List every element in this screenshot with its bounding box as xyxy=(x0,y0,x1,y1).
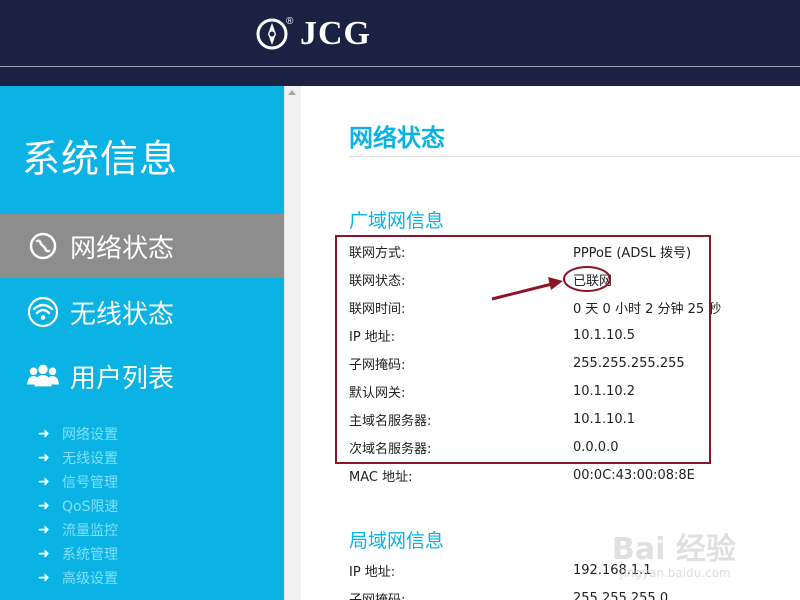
users-icon xyxy=(26,359,60,393)
lan-section-title: 局域网信息 xyxy=(349,530,445,552)
field-label: 子网掩码: xyxy=(349,592,406,600)
nav-label: 无线状态 xyxy=(70,299,175,330)
jcg-compass-icon: ® xyxy=(256,16,293,50)
wan-row-mac-address: MAC 地址: 00:0C:43:00:08:8E xyxy=(349,461,769,489)
network-status-icon xyxy=(26,229,60,263)
menu-label: 网络设置 xyxy=(62,427,118,443)
scroll-up-arrow-icon[interactable] xyxy=(288,90,296,95)
menu-label: QoS限速 xyxy=(62,499,119,515)
field-label: IP 地址: xyxy=(349,564,396,580)
arrow-right-icon: ➜ xyxy=(38,450,50,466)
logo-text: JCG xyxy=(300,15,371,52)
nav-item-wireless-status[interactable]: 无线状态 xyxy=(0,280,284,344)
field-label: MAC 地址: xyxy=(349,469,413,485)
settings-menu: ➜ 网络设置 ➜ 无线设置 ➜ 信号管理 ➜ QoS限速 ➜ 流量监控 ➜ 系统管理 ➜ 高级… xyxy=(38,422,118,590)
menu-label: 流量监控 xyxy=(62,523,118,539)
top-header: ® JCG xyxy=(0,0,800,86)
field-value: 255.255.255.0 xyxy=(573,590,669,600)
menu-label: 信号管理 xyxy=(62,475,118,491)
arrow-right-icon: ➜ xyxy=(38,570,50,586)
title-divider xyxy=(349,156,800,157)
menu-item-network-settings[interactable]: ➜ 网络设置 xyxy=(38,422,118,446)
nav-item-network-status[interactable]: 网络状态 xyxy=(0,214,284,278)
nav-label: 用户列表 xyxy=(70,363,175,394)
header-divider xyxy=(0,66,800,67)
menu-item-qos-limit[interactable]: ➜ QoS限速 xyxy=(38,494,118,518)
sidebar: 系统信息 网络状态 无线状态 用户列表 ➜ 网络设置 ➜ 无线设置 ➜ 信号管理… xyxy=(0,86,284,600)
sidebar-scrollbar[interactable] xyxy=(284,86,301,600)
arrow-right-icon: ➜ xyxy=(38,474,50,490)
watermark-main-text: Bai 经验 xyxy=(612,532,736,567)
registered-mark: ® xyxy=(286,16,294,27)
watermark-url-text: jingyan.baidu.com xyxy=(620,566,731,580)
menu-item-signal-management[interactable]: ➜ 信号管理 xyxy=(38,470,118,494)
menu-item-system-management[interactable]: ➜ 系统管理 xyxy=(38,542,118,566)
menu-label: 无线设置 xyxy=(62,451,118,467)
arrow-right-icon: ➜ xyxy=(38,498,50,514)
sidebar-title: 系统信息 xyxy=(22,137,179,181)
menu-label: 高级设置 xyxy=(62,571,118,587)
nav-label: 网络状态 xyxy=(70,233,175,264)
nav-item-user-list[interactable]: 用户列表 xyxy=(0,344,284,408)
wan-section-title: 广域网信息 xyxy=(349,210,445,232)
arrow-right-icon: ➜ xyxy=(38,546,50,562)
menu-item-wireless-settings[interactable]: ➜ 无线设置 xyxy=(38,446,118,470)
wifi-icon xyxy=(26,295,60,329)
arrow-right-icon: ➜ xyxy=(38,426,50,442)
menu-item-traffic-monitor[interactable]: ➜ 流量监控 xyxy=(38,518,118,542)
field-value: 00:0C:43:00:08:8E xyxy=(573,467,695,483)
page-title: 网络状态 xyxy=(349,124,445,152)
menu-label: 系统管理 xyxy=(62,547,118,563)
annotation-highlight-box xyxy=(335,235,711,464)
baidu-jingyan-watermark: Bai 经验 jingyan.baidu.com xyxy=(612,510,792,590)
menu-item-advanced-settings[interactable]: ➜ 高级设置 xyxy=(38,566,118,590)
jcg-logo: ® JCG xyxy=(256,14,371,54)
arrow-right-icon: ➜ xyxy=(38,522,50,538)
